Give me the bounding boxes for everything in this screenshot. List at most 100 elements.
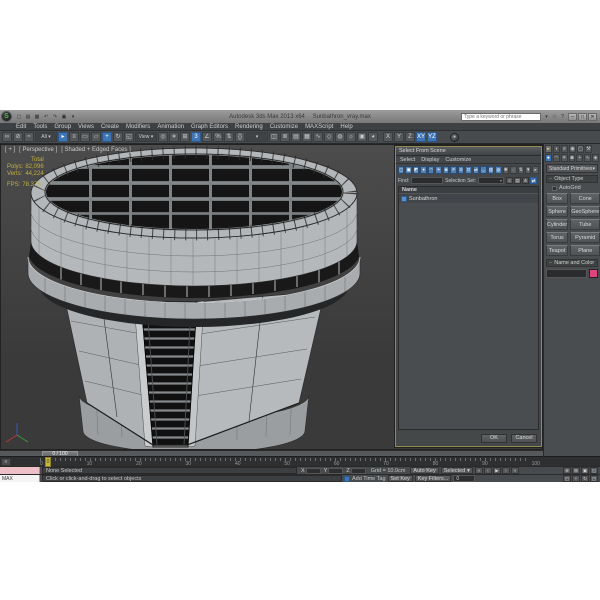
select-and-link[interactable]: ∞ (2, 132, 12, 142)
align[interactable]: ≣ (280, 132, 290, 142)
previous-frame-icon[interactable]: ‹ (483, 467, 492, 474)
ok-button[interactable]: OK (481, 433, 507, 443)
open-mini-curve-editor-icon[interactable]: ≡ (1, 458, 11, 466)
filter-icon[interactable]: ▼ (524, 165, 532, 174)
schematic-view[interactable]: ◇ (324, 132, 334, 142)
current-time-field[interactable]: 0 (453, 475, 476, 482)
display-all-icon[interactable]: ◻ (398, 165, 405, 174)
viewport-menu-view[interactable]: [ Perspective ] (19, 147, 57, 153)
add-time-tag[interactable]: Add Time Tag (344, 475, 386, 482)
maximize-viewport-toggle-icon[interactable]: ◳ (590, 475, 598, 482)
menu-views[interactable]: Views (78, 124, 94, 130)
save-file-icon[interactable]: ▦ (33, 113, 41, 121)
view-tree-icon[interactable]: ⋔ (521, 177, 529, 184)
find-input[interactable] (411, 177, 444, 184)
cat-helpers[interactable]: + (576, 154, 584, 162)
display-bones-icon[interactable]: ◡ (480, 165, 487, 174)
axis-constraint-z[interactable]: Z (405, 132, 415, 142)
select-by-name[interactable]: ≡ (69, 132, 79, 142)
select-and-rotate[interactable]: ↻ (113, 132, 123, 142)
new-scene-icon[interactable]: ▢ (15, 113, 23, 121)
current-frame-marker[interactable]: 0 (45, 457, 51, 467)
dialog-title-bar[interactable]: Select From Scene (396, 147, 541, 156)
menu-maxscript[interactable]: MAXScript (305, 124, 333, 130)
display-xrefs-icon[interactable]: ⇄ (472, 165, 480, 174)
display-helpers-icon[interactable]: # (450, 165, 457, 174)
menu-graph-editors[interactable]: Graph Editors (191, 124, 228, 130)
key-filters-button[interactable]: Key Filters... (414, 475, 452, 482)
keyboard-shortcut-override[interactable]: ⊞ (180, 132, 190, 142)
menu-modifiers[interactable]: Modifiers (126, 124, 150, 130)
viewport-menu-shading[interactable]: [ Shaded + Edged Faces ] (61, 147, 131, 153)
set-key-button[interactable]: Set Key (387, 475, 413, 482)
tab-hierarchy[interactable]: ≡ (561, 145, 568, 153)
angle-snap-toggle[interactable]: ∠ (202, 132, 212, 142)
display-hidden-icon[interactable]: ◌ (510, 165, 517, 174)
zoom-extents-icon[interactable]: ▣ (581, 467, 589, 474)
object-color-swatch[interactable] (589, 269, 598, 278)
search-icon[interactable]: ▾ (543, 113, 550, 120)
key-selection-dropdown[interactable]: Selected ▾ (440, 467, 473, 474)
display-containers-icon[interactable]: ▥ (487, 165, 495, 174)
tab-modify[interactable]: ◗ (553, 145, 560, 153)
cat-systems[interactable]: ◈ (592, 154, 600, 162)
spinner-snap-toggle[interactable]: ⇅ (224, 132, 234, 142)
select-and-scale[interactable]: ◱ (124, 132, 134, 142)
use-pivot-point-center[interactable]: ◎ (158, 132, 168, 142)
view-list-icon[interactable]: ≡ (505, 177, 513, 184)
display-groups-icon[interactable]: ⊡ (465, 165, 472, 174)
maxscript-mini-listener-white[interactable]: MAX (0, 475, 40, 482)
primitives-dropdown[interactable]: Standard Primitives ▾ (546, 164, 598, 173)
menu-rendering[interactable]: Rendering (235, 124, 263, 130)
display-invert-icon[interactable]: ◩ (412, 165, 420, 174)
minimize-button[interactable]: ─ (568, 112, 577, 121)
menu-customize[interactable]: Customize (270, 124, 298, 130)
axis-constraint-xy[interactable]: XY (416, 132, 426, 142)
object-type-button-pyramid[interactable]: Pyramid (570, 232, 600, 243)
object-type-button-plane[interactable]: Plane (570, 245, 600, 256)
coord-field-x[interactable] (305, 467, 321, 474)
cat-shapes[interactable]: ◠ (552, 154, 560, 162)
cat-geometry[interactable]: ● (545, 154, 552, 162)
dialog-menu-select[interactable]: Select (400, 157, 415, 163)
display-shapes-icon[interactable]: ◠ (427, 165, 435, 174)
play-icon[interactable]: ▶ (492, 467, 501, 474)
object-type-button-cone[interactable]: Cone (570, 193, 600, 204)
cat-spacewarps[interactable]: ∿ (584, 154, 592, 162)
coord-field-y[interactable] (328, 467, 344, 474)
zoom-icon[interactable]: ⊕ (563, 467, 571, 474)
menu-edit[interactable]: Edit (16, 124, 26, 130)
selection-filter-dropdown[interactable]: All ▾ (35, 132, 57, 142)
field-of-view-icon[interactable]: ◱ (590, 467, 598, 474)
name-color-rollout[interactable]: − Name and Color (546, 259, 598, 267)
display-lights-icon[interactable]: ☀ (435, 165, 442, 174)
orbit-icon[interactable]: ↻ (581, 475, 589, 482)
display-geometry-icon[interactable]: ● (420, 165, 427, 174)
object-type-button-sphere[interactable]: Sphere (546, 206, 569, 217)
rendered-frame-window[interactable]: ▣ (357, 132, 367, 142)
track-bar[interactable]: ≡ 0 10 20 30 40 50 60 70 80 90 100 0 (0, 456, 600, 467)
name-column-header[interactable]: Name (398, 186, 539, 194)
window-crossing-toggle[interactable]: ▱ (91, 132, 101, 142)
auto-key-button[interactable]: Auto Key (410, 467, 439, 474)
next-frame-icon[interactable]: › (501, 467, 510, 474)
object-type-button-cylinder[interactable]: Cylinder (546, 219, 569, 230)
render-production[interactable]: ◕ (368, 132, 378, 142)
go-to-start-icon[interactable]: « (474, 467, 483, 474)
axis-constraint-x[interactable]: X (383, 132, 393, 142)
mirror[interactable]: ◫ (269, 132, 279, 142)
reference-coordinate-dropdown[interactable]: View ▾ (135, 132, 157, 142)
zoom-region-icon[interactable]: ◰ (563, 475, 571, 482)
display-cameras-icon[interactable]: ◙ (442, 165, 450, 174)
zoom-all-icon[interactable]: ⊞ (572, 467, 580, 474)
menu-group[interactable]: Group (54, 124, 71, 130)
unlink-selection[interactable]: ⊘ (13, 132, 23, 142)
autogrid-checkbox[interactable] (552, 185, 557, 191)
pan-icon[interactable]: + (572, 475, 580, 482)
workspace-dropdown-icon[interactable]: ▾ (69, 113, 77, 121)
search-input[interactable] (461, 112, 541, 121)
view-detail-icon[interactable]: ▤ (513, 177, 521, 184)
cat-lights[interactable]: ☀ (560, 154, 568, 162)
sort-icon[interactable]: ⇅ (517, 165, 524, 174)
object-type-button-tube[interactable]: Tube (570, 219, 600, 230)
